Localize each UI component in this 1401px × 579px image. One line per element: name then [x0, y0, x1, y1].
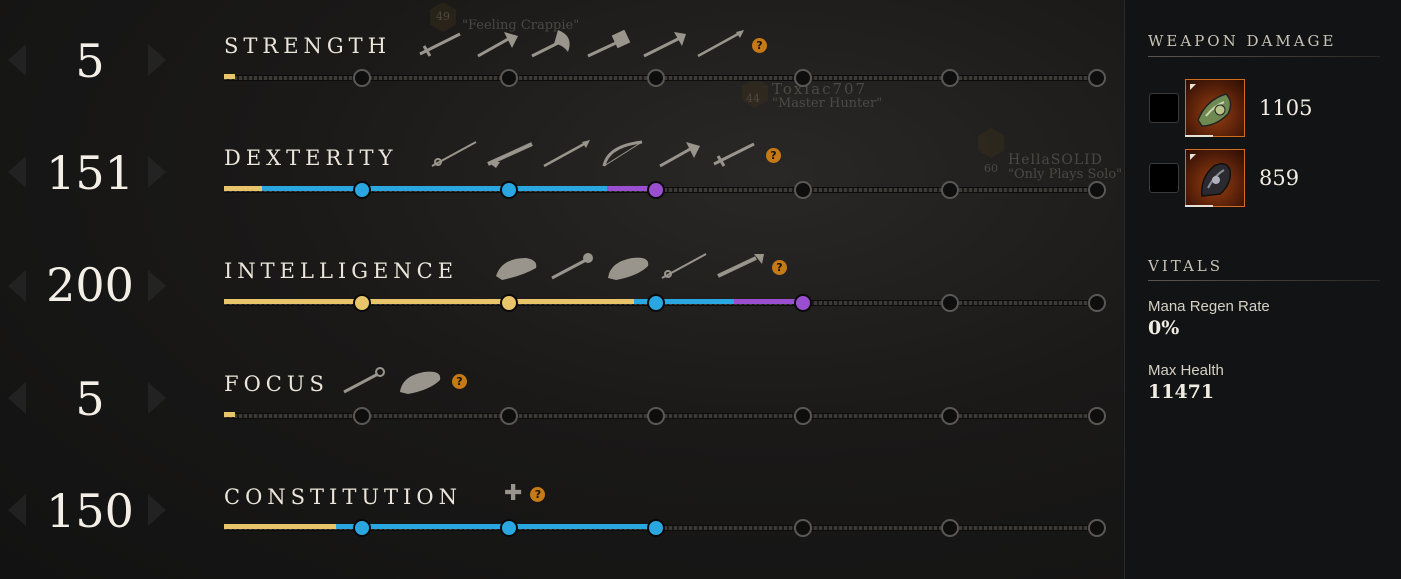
bow-icon — [602, 140, 643, 167]
bg-player-badge — [978, 128, 1004, 158]
life-staff-icon — [343, 367, 385, 394]
heading-divider — [1148, 280, 1380, 281]
weapon-damage-value: 1105 — [1259, 96, 1313, 120]
progress-fill — [224, 299, 635, 304]
increase-arrow-icon[interactable] — [148, 156, 166, 188]
attribute-name: DEXTERITY — [224, 146, 398, 170]
ice-gauntlet-icon — [496, 258, 537, 280]
weapon-select-checkbox[interactable] — [1149, 163, 1179, 193]
spear-icon — [543, 140, 590, 168]
attribute-progress-track — [224, 181, 1106, 199]
help-icon[interactable]: ? — [766, 147, 781, 163]
attribute-milestone-node[interactable] — [941, 407, 959, 425]
decrease-arrow-icon[interactable] — [8, 382, 26, 414]
attribute-milestone-node[interactable] — [941, 181, 959, 199]
plus-icon: ✚ — [504, 481, 523, 506]
weapon-icons: ? — [340, 366, 467, 396]
blunderbuss-icon — [717, 254, 764, 278]
vitals-heading: VITALS — [1148, 257, 1224, 275]
attribute-value: 200 — [46, 258, 134, 312]
weapon-icons: ✚? — [504, 481, 546, 506]
attribute-value: 150 — [46, 484, 134, 538]
attribute-value: 5 — [75, 372, 105, 426]
vital-label: Mana Regen Rate — [1148, 298, 1270, 315]
bg-player-name: HellaSOLID — [1008, 152, 1103, 168]
increase-arrow-icon[interactable] — [148, 270, 166, 302]
hatchet-icon — [659, 142, 700, 168]
attribute-milestone-node[interactable] — [1088, 294, 1106, 312]
attribute-milestone-node[interactable] — [647, 181, 665, 199]
bg-player-title: "Only Plays Solo" — [1008, 167, 1123, 182]
attribute-milestone-node[interactable] — [941, 519, 959, 537]
bg-player-level: 60 — [984, 162, 998, 175]
vital-value: 11471 — [1148, 381, 1215, 403]
attribute-milestone-node[interactable] — [500, 519, 518, 537]
weapon-select-checkbox[interactable] — [1149, 93, 1179, 123]
stats-side-panel: WEAPON DAMAGE 1105 859 VITALS Mana Regen… — [1124, 0, 1401, 579]
rapier-icon — [431, 141, 477, 167]
help-icon[interactable]: ? — [772, 259, 787, 275]
decrease-arrow-icon[interactable] — [8, 156, 26, 188]
attribute-milestone-node[interactable] — [353, 407, 371, 425]
active-weapon-indicator — [1185, 205, 1213, 207]
attribute-milestone-node[interactable] — [1088, 519, 1106, 537]
progress-fill — [261, 186, 607, 191]
attribute-milestone-node[interactable] — [1088, 181, 1106, 199]
attribute-milestone-node[interactable] — [794, 181, 812, 199]
attribute-name: CONSTITUTION — [224, 485, 462, 509]
increase-arrow-icon[interactable] — [148, 382, 166, 414]
heading-divider — [1148, 56, 1380, 57]
attribute-progress-track — [224, 519, 1106, 537]
help-icon[interactable]: ? — [530, 486, 546, 502]
attribute-milestone-node[interactable] — [794, 519, 812, 537]
fire-staff-icon — [551, 253, 593, 280]
attribute-value: 151 — [46, 146, 134, 200]
decrease-arrow-icon[interactable] — [8, 494, 26, 526]
weapon-damage-heading: WEAPON DAMAGE — [1148, 32, 1337, 50]
attribute-milestone-node[interactable] — [647, 294, 665, 312]
attribute-progress-track — [224, 407, 1106, 425]
weapon-damage-value: 859 — [1259, 166, 1300, 190]
void-gauntlet-weapon-icon — [1185, 149, 1245, 207]
attribute-milestone-node[interactable] — [647, 519, 665, 537]
weapon-icons: ? — [430, 140, 781, 170]
void-gauntlet-icon — [608, 257, 649, 280]
ice-gauntlet-weapon-icon — [1185, 79, 1245, 137]
attribute-row-constitution: 150 CONSTITUTION ✚? — [0, 0, 1120, 538]
progress-fill — [224, 412, 236, 417]
help-icon[interactable]: ? — [452, 373, 467, 389]
rapier-icon — [661, 253, 707, 279]
attribute-milestone-node[interactable] — [647, 407, 665, 425]
vital-value: 0% — [1148, 317, 1180, 339]
decrease-arrow-icon[interactable] — [8, 270, 26, 302]
sword-icon — [713, 142, 755, 167]
progress-fill — [224, 186, 262, 191]
attribute-milestone-node[interactable] — [353, 181, 371, 199]
attribute-milestone-node[interactable] — [353, 519, 371, 537]
attribute-milestone-node[interactable] — [941, 294, 959, 312]
attribute-milestone-node[interactable] — [794, 294, 812, 312]
musket-icon — [487, 142, 533, 168]
void-gauntlet-icon — [400, 371, 441, 394]
progress-fill — [224, 524, 336, 529]
active-weapon-indicator — [1185, 135, 1213, 137]
weapon-icons: ? — [492, 252, 787, 282]
attribute-milestone-node[interactable] — [500, 407, 518, 425]
vital-label: Max Health — [1148, 362, 1224, 379]
attribute-name: INTELLIGENCE — [224, 259, 459, 283]
attribute-milestone-node[interactable] — [500, 294, 518, 312]
attribute-milestone-node[interactable] — [500, 181, 518, 199]
attribute-milestone-node[interactable] — [1088, 407, 1106, 425]
increase-arrow-icon[interactable] — [148, 494, 166, 526]
attribute-milestone-node[interactable] — [794, 407, 812, 425]
attribute-progress-track — [224, 294, 1106, 312]
attribute-name: FOCUS — [224, 372, 329, 396]
attribute-milestone-node[interactable] — [353, 294, 371, 312]
